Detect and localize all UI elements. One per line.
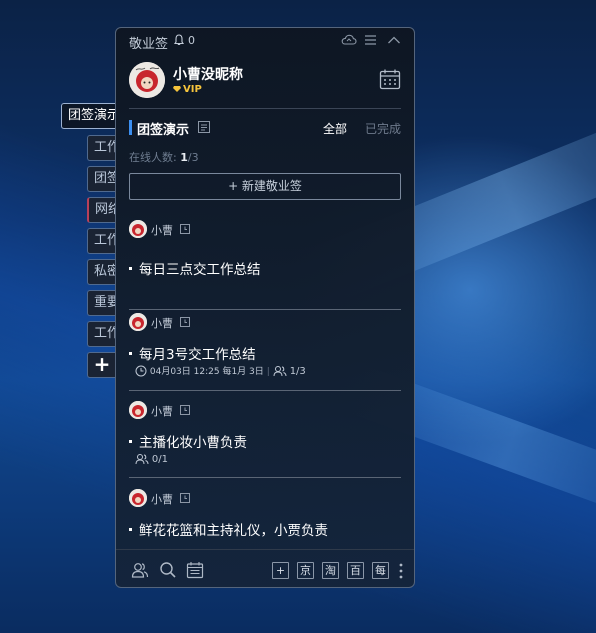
reminder-icon[interactable] (180, 224, 190, 234)
meta-separator: | (266, 367, 270, 377)
reminder-icon[interactable] (180, 317, 190, 327)
collapse-chevron-up-icon[interactable] (386, 33, 402, 47)
item-divider (129, 477, 401, 478)
side-tab-label: 网络 (95, 202, 116, 217)
side-tab-label: 工作 (94, 233, 116, 248)
author-name: 小曹 (151, 405, 173, 418)
vip-badge: VIP (173, 84, 202, 95)
note-meta: 04月03日 12:25 每1月 3日 | 1/3 (135, 365, 306, 379)
filter-done-tab[interactable]: 已完成 (365, 120, 401, 137)
side-tab-label: 私密 (94, 264, 116, 279)
author-avatar (129, 401, 147, 419)
side-tab-work[interactable]: 工作 (87, 135, 116, 161)
author-name: 小曹 (151, 493, 173, 506)
note-window: 敬业签 0 小曹没昵称 VIP 团签演示 全部 已完成 在线人数: 1/3 + … (115, 27, 415, 588)
reminder-time: 04月03日 12:25 每1月 3日 (149, 367, 264, 377)
title-bar[interactable]: 敬业签 0 (116, 28, 414, 54)
avatar[interactable] (129, 62, 165, 98)
more-vertical-icon[interactable] (399, 562, 403, 580)
online-count: 在线人数: 1/3 (129, 149, 199, 165)
note-text: 每月3号交工作总结 (129, 343, 256, 363)
quick-add-button[interactable]: + (272, 562, 289, 579)
list-item[interactable]: 小曹 每日三点交工作总结 (129, 220, 401, 310)
assigned-count: 1/3 (289, 366, 306, 377)
item-divider (129, 390, 401, 391)
author-avatar (129, 489, 147, 507)
side-tab-important[interactable]: 重要 (87, 290, 116, 316)
side-tab-network[interactable]: 网络 (87, 197, 116, 223)
note-text: 鲜花花篮和主持礼仪，小贾负责 (129, 519, 328, 539)
vip-label: VIP (183, 84, 202, 95)
group-info-icon[interactable] (198, 121, 210, 133)
side-tab-label: 工作 (94, 140, 116, 155)
side-tab-label: 团签 (94, 171, 116, 186)
author-avatar (129, 313, 147, 331)
cloud-sync-icon[interactable] (341, 33, 357, 47)
note-meta: 0/1 (135, 453, 168, 467)
note-text: 主播化妆小曹负责 (129, 431, 247, 451)
daily-shortcut-button[interactable]: 每 (372, 562, 389, 579)
note-list[interactable]: 小曹 每日三点交工作总结 小曹 每月3号交工作总结 04月03日 12:25 每… (116, 212, 414, 548)
group-header: 团签演示 全部 已完成 (129, 118, 401, 138)
members-icon (273, 366, 287, 377)
list-item[interactable]: 小曹 每月3号交工作总结 04月03日 12:25 每1月 3日 | 1/3 (129, 313, 401, 399)
user-nickname: 小曹没昵称 (173, 67, 243, 83)
search-icon[interactable] (159, 561, 177, 579)
calendar-view-icon[interactable] (186, 561, 204, 579)
item-divider (129, 309, 401, 310)
group-accent-bar (129, 120, 132, 135)
online-total: /3 (187, 151, 199, 164)
add-tab-button[interactable]: + (87, 352, 116, 378)
filter-all-tab[interactable]: 全部 (323, 120, 347, 137)
app-name: 敬业签 (129, 37, 169, 52)
jd-shortcut-button[interactable]: 京 (297, 562, 314, 579)
side-tab-label: 工作 (94, 326, 116, 341)
bottom-toolbar: + 京 淘 百 每 (116, 549, 414, 587)
notification-count: 0 (188, 34, 195, 47)
side-tab-work-2[interactable]: 工作 (87, 228, 116, 254)
members-icon (135, 454, 149, 465)
taobao-shortcut-button[interactable]: 淘 (322, 562, 339, 579)
diamond-icon (173, 86, 181, 92)
new-note-button[interactable]: + 新建敬业签 (129, 173, 401, 200)
reminder-icon[interactable] (180, 405, 190, 415)
contacts-icon[interactable] (131, 561, 149, 579)
online-label: 在线人数: (129, 151, 177, 164)
group-title: 团签演示 (137, 123, 190, 138)
divider (129, 108, 401, 109)
note-text: 每日三点交工作总结 (129, 258, 261, 278)
user-profile: 小曹没昵称 VIP (116, 54, 414, 108)
list-item[interactable]: 小曹 鲜花花篮和主持礼仪，小贾负责 (129, 489, 401, 548)
side-tab-label: 重要 (94, 295, 116, 310)
author-avatar (129, 220, 147, 238)
menu-icon[interactable] (363, 33, 379, 47)
online-current: 1 (180, 151, 188, 164)
side-tab-label: 团签演示 (68, 108, 116, 123)
list-item[interactable]: 小曹 主播化妆小曹负责 0/1 (129, 401, 401, 487)
clock-icon (135, 365, 147, 377)
author-name: 小曹 (151, 317, 173, 330)
author-name: 小曹 (151, 224, 173, 237)
side-tab-team[interactable]: 团签 (87, 166, 116, 192)
calendar-icon[interactable] (379, 68, 401, 90)
assigned-count: 0/1 (151, 454, 168, 465)
side-tab-work-3[interactable]: 工作 (87, 321, 116, 347)
bell-icon[interactable] (173, 34, 185, 46)
side-tab-private[interactable]: 私密 (87, 259, 116, 285)
baidu-shortcut-button[interactable]: 百 (347, 562, 364, 579)
reminder-icon[interactable] (180, 493, 190, 503)
side-tab-group-demo[interactable]: 团签演示 (61, 103, 116, 129)
